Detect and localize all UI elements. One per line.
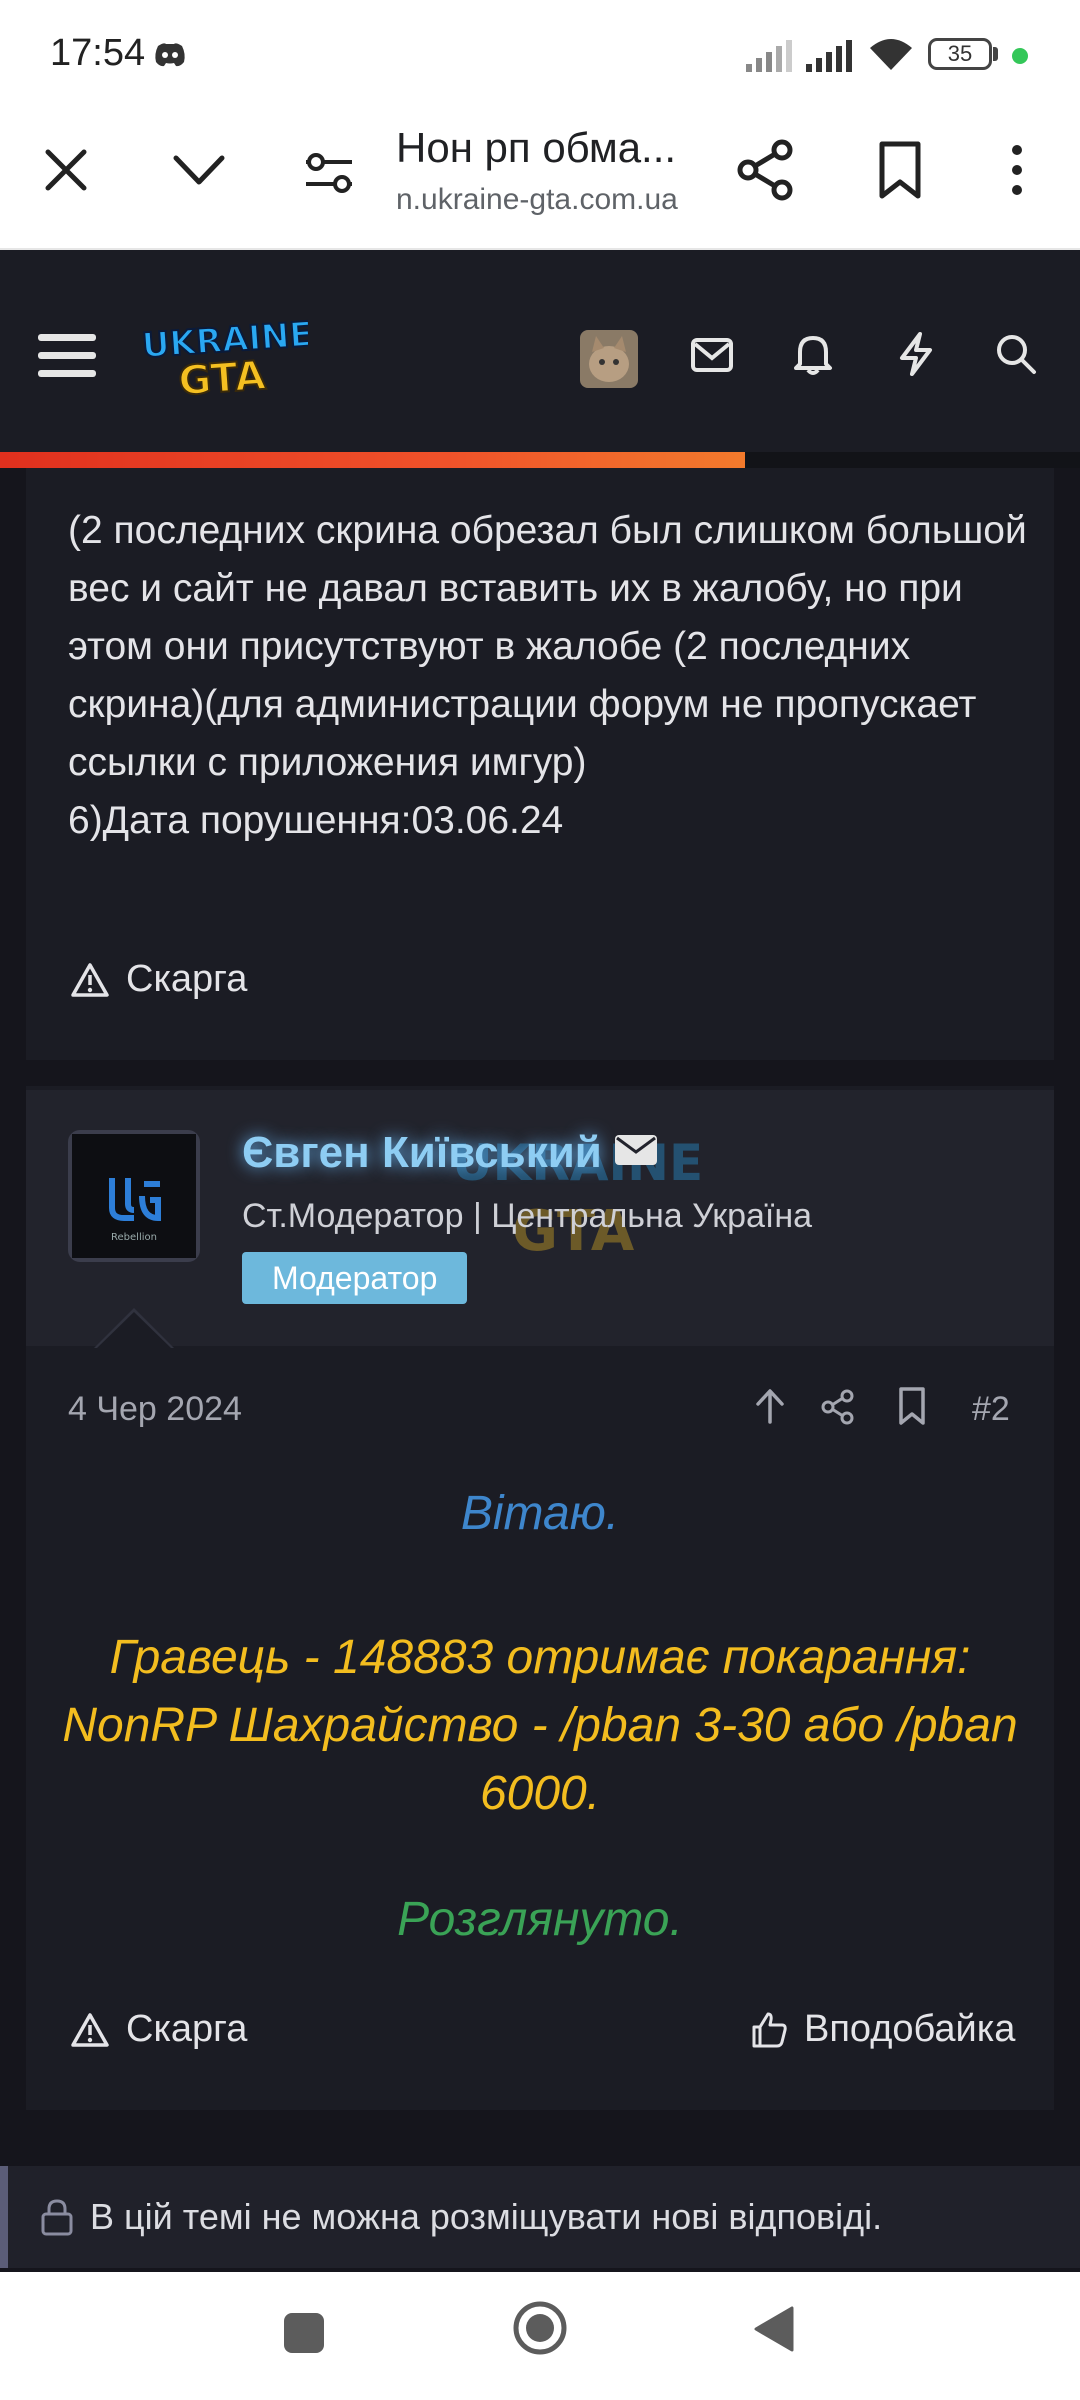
- arrow-up-icon[interactable]: [752, 1386, 788, 1431]
- warning-icon: [71, 2012, 109, 2047]
- post-greeting: Вітаю.: [460, 1487, 620, 1540]
- post-status-reviewed: Розглянуто.: [397, 1893, 683, 1946]
- like-button[interactable]: Вподобайка: [750, 2008, 1015, 2051]
- role-badge: Модератор: [242, 1252, 468, 1304]
- avatar-pointer: [97, 1312, 171, 1348]
- warning-icon: [71, 962, 109, 997]
- user-avatar[interactable]: [580, 330, 638, 388]
- report-label: Скарга: [126, 2008, 248, 2050]
- status-time: 17:54: [50, 32, 146, 74]
- post-body-text: (2 последних скрина обрезал был слишком …: [68, 509, 1027, 842]
- close-tab-button[interactable]: [36, 140, 96, 200]
- author-name[interactable]: Євген Київський: [242, 1128, 658, 1178]
- battery-tip: [993, 47, 998, 61]
- svg-text:Rebellion: Rebellion: [111, 1232, 157, 1243]
- search-icon[interactable]: [994, 332, 1038, 381]
- bookmark-icon[interactable]: [896, 1386, 928, 1431]
- author-title: Ст.Модератор | Центральна Україна: [242, 1197, 813, 1235]
- recents-button[interactable]: [284, 2313, 324, 2353]
- discord-icon: [154, 42, 186, 73]
- post-verdict: Гравець - 148883 отримає покарання: NonR…: [62, 1631, 1018, 1820]
- thread-locked-text: В цій темі не можна розміщувати нові від…: [90, 2196, 883, 2237]
- report-button[interactable]: Скарга: [70, 958, 247, 1001]
- report-label: Скарга: [126, 958, 248, 1000]
- signal-icon: [806, 40, 854, 77]
- post-number[interactable]: #2: [972, 1390, 1010, 1429]
- envelope-icon: [615, 1135, 658, 1165]
- hamburger-menu-icon[interactable]: [36, 330, 98, 382]
- post-date[interactable]: 4 Чер 2024: [68, 1390, 242, 1429]
- thumbs-up-icon: [752, 2012, 787, 2047]
- bookmark-icon[interactable]: [872, 140, 928, 200]
- battery-indicator: 35: [928, 38, 992, 70]
- report-button[interactable]: Скарга: [70, 2008, 247, 2051]
- more-options-icon[interactable]: [1000, 140, 1034, 200]
- reading-progress-bar: [0, 452, 746, 468]
- back-button[interactable]: [752, 2304, 796, 2359]
- envelope-icon[interactable]: [690, 336, 734, 379]
- lock-icon: [40, 2198, 74, 2241]
- page-title: Нон рп обма...: [396, 124, 677, 171]
- like-label: Вподобайка: [804, 2008, 1016, 2050]
- page-url[interactable]: n.ukraine-gta.com.ua: [396, 183, 701, 217]
- share-icon[interactable]: [820, 1388, 856, 1431]
- share-icon[interactable]: [736, 138, 796, 202]
- home-button[interactable]: [512, 2300, 568, 2356]
- site-settings-icon[interactable]: [296, 140, 362, 206]
- privacy-indicator-dot: [1012, 48, 1028, 64]
- chevron-down-icon[interactable]: [166, 140, 232, 200]
- author-avatar[interactable]: Rebellion: [68, 1130, 200, 1262]
- author-name-text[interactable]: Євген Київський: [242, 1128, 602, 1177]
- svg-text:GTA: GTA: [177, 353, 267, 402]
- site-logo[interactable]: UKRAINE GTA: [138, 312, 315, 405]
- signal-icon: [746, 40, 794, 77]
- bell-icon[interactable]: [792, 332, 834, 381]
- wifi-icon: [868, 36, 914, 77]
- bolt-icon[interactable]: [896, 332, 936, 381]
